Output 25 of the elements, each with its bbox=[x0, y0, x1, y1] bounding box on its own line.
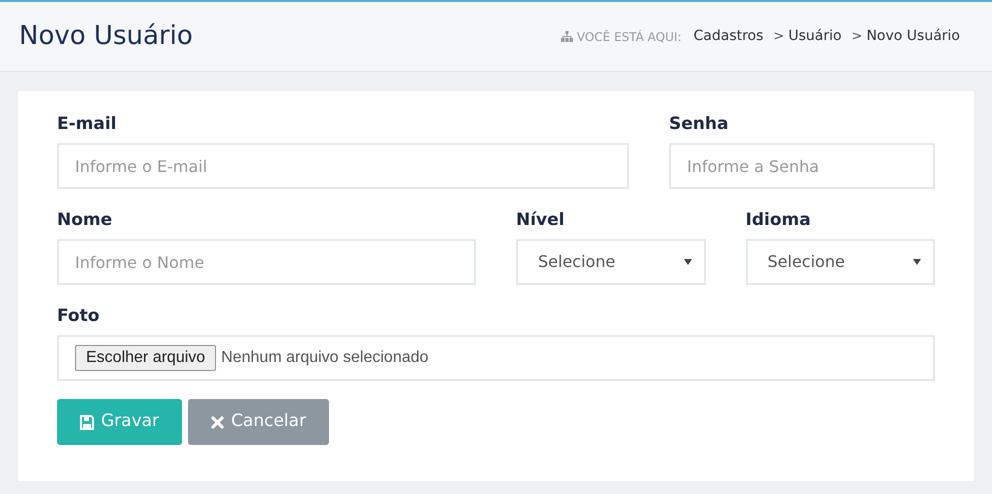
text-input-field[interactable]: Informe a Senha bbox=[669, 143, 935, 189]
breadcrumb-separator: > bbox=[773, 28, 784, 46]
close-icon bbox=[211, 416, 224, 428]
text-input-field[interactable]: Informe o E-mail bbox=[57, 143, 629, 189]
choose-file-button[interactable]: Escolher arquivo bbox=[75, 345, 216, 371]
select-dropdown[interactable]: Selecione bbox=[516, 239, 706, 285]
field-label: Nível bbox=[516, 209, 564, 231]
sitemap-icon bbox=[560, 31, 573, 42]
breadcrumb-link[interactable]: Usuário bbox=[788, 26, 842, 47]
page-title: Novo Usuário bbox=[19, 20, 193, 53]
caret-icon bbox=[684, 259, 692, 265]
file-status-text: Nenhum arquivo selecionado bbox=[221, 348, 428, 368]
select-dropdown[interactable]: Selecione bbox=[746, 239, 935, 285]
breadcrumb-link[interactable]: Novo Usuário bbox=[866, 26, 960, 47]
field-label: Nome bbox=[57, 209, 112, 231]
file-input-field[interactable]: Escolher arquivo Nenhum arquivo selecionado bbox=[57, 335, 935, 381]
breadcrumb-link[interactable]: Cadastros bbox=[694, 26, 764, 47]
field-label: Idioma bbox=[746, 209, 811, 231]
breadcrumb-label: VOCÊ ESTÁ AQUI: bbox=[576, 28, 682, 46]
field-label: E-mail bbox=[57, 113, 117, 135]
breadcrumb-separator: > bbox=[852, 28, 862, 46]
field-label: Foto bbox=[57, 305, 100, 327]
caret-icon bbox=[913, 259, 921, 265]
text-input-field[interactable]: Informe o Nome bbox=[57, 239, 476, 285]
field-label: Senha bbox=[669, 113, 728, 135]
